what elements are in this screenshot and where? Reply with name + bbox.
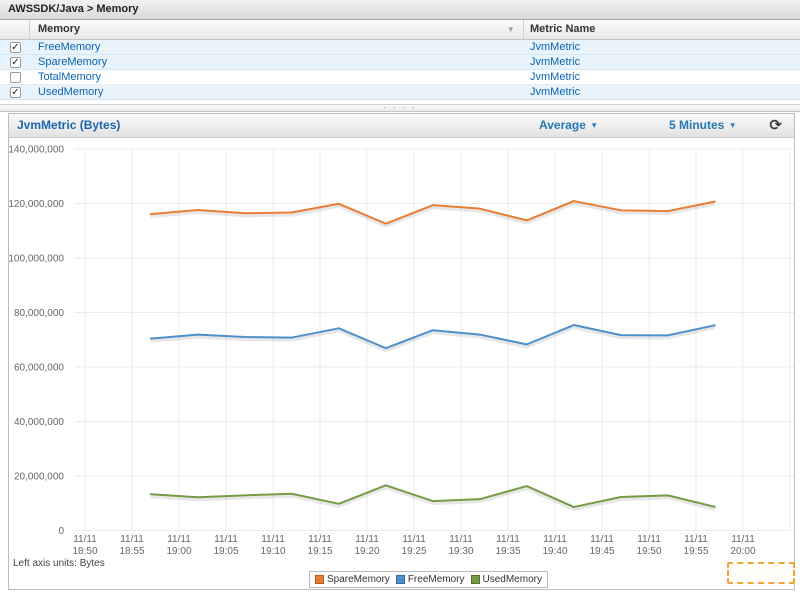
y-axis-tick-label: 20,000,000 — [14, 472, 64, 483]
x-axis-time-label: 19:35 — [495, 546, 520, 557]
table-header: Memory ▾ Metric Name — [0, 20, 800, 40]
y-axis-tick-label: 0 — [58, 526, 64, 537]
x-axis-time-label: 19:00 — [166, 546, 191, 557]
breadcrumb: AWSSDK/Java > Memory — [0, 0, 800, 20]
chevron-down-icon: ▾ — [730, 120, 735, 130]
x-axis-date-label: 11/11 — [308, 534, 332, 545]
chart-title: JvmMetric (Bytes) — [17, 114, 120, 137]
x-axis-time-label: 18:50 — [72, 546, 97, 557]
chart-legend: SpareMemory FreeMemory UsedMemory — [309, 571, 548, 588]
metric-dimension-link[interactable]: UsedMemory — [30, 85, 524, 99]
checkbox-cell — [0, 70, 30, 84]
table-row[interactable]: ✓ FreeMemoryJvmMetric — [0, 40, 800, 55]
metric-dimension-link[interactable]: SpareMemory — [30, 55, 524, 69]
x-axis-date-label: 11/11 — [402, 534, 426, 545]
legend-label: UsedMemory — [483, 574, 542, 585]
row-checkbox-unchecked[interactable] — [10, 72, 21, 83]
table-row[interactable]: TotalMemoryJvmMetric — [0, 70, 800, 85]
metric-name-link[interactable]: JvmMetric — [524, 55, 800, 69]
metric-table-rows: ✓FreeMemoryJvmMetric✓SpareMemoryJvmMetri… — [0, 40, 800, 100]
x-axis-time-label: 19:10 — [260, 546, 285, 557]
x-axis-time-label: 18:55 — [119, 546, 144, 557]
legend-item: SpareMemory — [315, 574, 390, 585]
table-row[interactable]: ✓ UsedMemoryJvmMetric — [0, 85, 800, 100]
x-axis-time-label: 19:20 — [354, 546, 379, 557]
panel-resize-handle[interactable]: · · · · — [0, 104, 800, 112]
checkbox-column-header — [0, 20, 30, 39]
x-axis-date-label: 11/11 — [543, 534, 567, 545]
refresh-icon[interactable]: ⟳ — [769, 115, 782, 137]
x-axis-time-label: 19:15 — [307, 546, 332, 557]
statistic-dropdown[interactable]: Average ▾ — [539, 114, 596, 137]
x-axis-time-label: 19:25 — [401, 546, 426, 557]
statistic-dropdown-label: Average — [539, 118, 586, 132]
sort-arrow-icon[interactable]: ▾ — [508, 20, 513, 39]
left-axis-units-label: Left axis units: Bytes — [13, 558, 105, 569]
legend-label: SpareMemory — [327, 574, 390, 585]
line-chart: 0 20,000,000 40,000,000 60,000,000 80,000,00… — [9, 138, 796, 558]
memory-column-header[interactable]: Memory ▾ — [30, 20, 524, 39]
page: AWSSDK/Java > Memory Memory ▾ Metric Nam… — [0, 0, 800, 596]
x-axis-time-label: 19:30 — [448, 546, 473, 557]
metric-name-link[interactable]: JvmMetric — [524, 85, 800, 99]
period-dropdown-label: 5 Minutes — [669, 118, 724, 132]
x-axis-time-label: 19:45 — [589, 546, 614, 557]
chart-panel-header: JvmMetric (Bytes) Average ▾ 5 Minutes ▾ ⟳ — [9, 114, 794, 138]
x-axis-date-label: 11/11 — [731, 534, 755, 545]
x-axis-time-label: 19:55 — [683, 546, 708, 557]
y-axis-tick-label: 140,000,000 — [8, 145, 64, 156]
x-axis-date-label: 11/11 — [684, 534, 708, 545]
series-shadow — [151, 488, 715, 510]
row-checkbox-checked[interactable]: ✓ — [10, 57, 21, 68]
y-axis-tick-label: 60,000,000 — [14, 363, 64, 374]
table-row[interactable]: ✓ SpareMemoryJvmMetric — [0, 55, 800, 70]
x-axis-time-label: 19:05 — [213, 546, 238, 557]
y-axis-tick-label: 100,000,000 — [8, 254, 64, 265]
legend-item: FreeMemory — [396, 574, 465, 585]
legend-swatch-icon — [315, 575, 324, 584]
drag-drop-target-box[interactable] — [727, 562, 795, 584]
metric-name-link[interactable]: JvmMetric — [524, 40, 800, 54]
x-axis-date-label: 11/11 — [496, 534, 520, 545]
metric-name-column-label: Metric Name — [530, 23, 595, 35]
x-axis-time-label: 19:50 — [636, 546, 661, 557]
y-axis-tick-label: 40,000,000 — [14, 417, 64, 428]
x-axis-time-label: 20:00 — [730, 546, 755, 557]
legend-label: FreeMemory — [408, 574, 465, 585]
row-checkbox-checked[interactable]: ✓ — [10, 42, 21, 53]
checkbox-cell: ✓ — [0, 55, 30, 69]
legend-swatch-icon — [396, 575, 405, 584]
metric-name-link[interactable]: JvmMetric — [524, 70, 800, 84]
memory-column-label: Memory — [38, 23, 80, 35]
x-axis-date-label: 11/11 — [73, 534, 97, 545]
x-axis-time-label: 19:40 — [542, 546, 567, 557]
x-axis-date-label: 11/11 — [637, 534, 661, 545]
checkbox-cell: ✓ — [0, 40, 30, 54]
legend-item: UsedMemory — [471, 574, 542, 585]
chart-panel: JvmMetric (Bytes) Average▾ 5 Minutes▾ ⟳ … — [8, 113, 795, 590]
x-axis-date-label: 11/11 — [120, 534, 144, 545]
checkbox-cell: ✓ — [0, 85, 30, 99]
legend-swatch-icon — [471, 575, 480, 584]
metric-dimension-link[interactable]: TotalMemory — [30, 70, 524, 84]
period-dropdown[interactable]: 5 Minutes ▾ — [669, 114, 735, 137]
y-axis-tick-label: 120,000,000 — [8, 199, 64, 210]
x-axis-date-label: 11/11 — [355, 534, 379, 545]
x-axis-date-label: 11/11 — [590, 534, 614, 545]
y-axis-tick-label: 80,000,000 — [14, 308, 64, 319]
metric-name-column-header[interactable]: Metric Name — [524, 20, 800, 39]
x-axis-date-label: 11/11 — [261, 534, 285, 545]
x-axis-date-label: 11/11 — [449, 534, 473, 545]
drag-dots-icon: · · · · — [383, 102, 417, 112]
metric-dimension-link[interactable]: FreeMemory — [30, 40, 524, 54]
x-axis-date-label: 11/11 — [167, 534, 191, 545]
series-shadow — [151, 204, 715, 227]
x-axis-date-label: 11/11 — [214, 534, 238, 545]
row-checkbox-checked[interactable]: ✓ — [10, 87, 21, 98]
chevron-down-icon: ▾ — [592, 120, 597, 130]
